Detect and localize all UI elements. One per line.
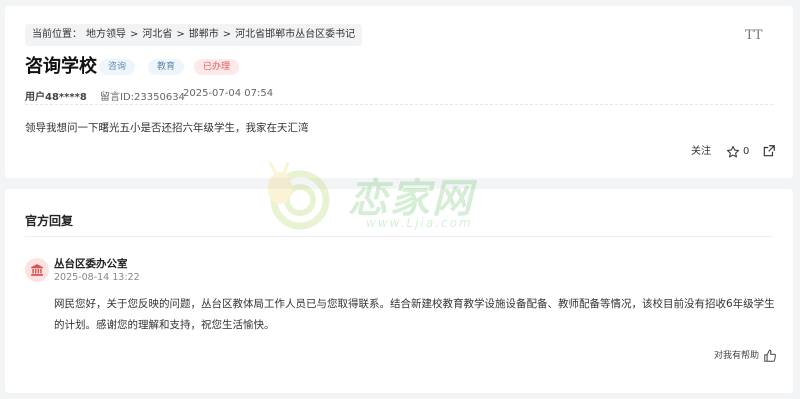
org-name: 丛台区委办公室 — [54, 258, 128, 270]
star-icon — [726, 145, 740, 158]
share-button[interactable] — [762, 144, 776, 160]
avatar — [25, 258, 49, 282]
font-size-icon[interactable]: TT — [745, 28, 763, 43]
breadcrumb-item-province[interactable]: 河北省 — [142, 29, 172, 40]
question-card: 当前位置： 地方领导 > 河北省 > 邯郸市 > 河北省邯郸市丛台区委书记 TT 咨询学校 咨… — [5, 6, 793, 178]
breadcrumb-item-city[interactable]: 邯郸市 — [189, 29, 219, 40]
reply-time: 2025-08-14 13:22 — [54, 272, 140, 283]
breadcrumb-item-official[interactable]: 河北省邯郸市丛台区委书记 — [235, 29, 355, 40]
section-title: 官方回复 — [25, 214, 74, 228]
thumbs-up-icon — [764, 349, 776, 362]
breadcrumb-separator: > — [176, 29, 185, 40]
helpful-button[interactable]: 对我有帮助 — [714, 348, 777, 364]
helpful-label: 对我有帮助 — [714, 351, 760, 361]
share-icon — [763, 145, 775, 157]
breadcrumb-separator: > — [222, 29, 232, 40]
message-id: 留言ID:23350634 — [100, 92, 185, 103]
breadcrumb-item-leaders[interactable]: 地方领导 — [86, 29, 126, 40]
breadcrumb: 当前位置： 地方领导 > 河北省 > 邯郸市 > 河北省邯郸市丛台区委书记 — [25, 24, 363, 46]
follow-button[interactable]: 关注 — [691, 144, 711, 160]
divider — [25, 104, 773, 105]
star-button[interactable]: 0 — [726, 144, 749, 160]
breadcrumb-separator: > — [130, 29, 139, 40]
government-building-icon — [31, 264, 43, 276]
star-count: 0 — [743, 146, 750, 157]
question-time: 2025-07-04 07:54 — [183, 88, 274, 99]
user-name: 用户48****8 — [25, 92, 87, 103]
page-title: 咨询学校 — [25, 56, 97, 77]
status-badge: 已办理 — [194, 59, 240, 75]
tag-education: 教育 — [148, 59, 185, 75]
divider — [25, 236, 773, 237]
reply-content: 网民您好，关于您反映的问题，丛台区教体局工作人员已与您取得联系。结合新建校教育教… — [54, 298, 775, 331]
official-reply-card: 官方回复 丛台区委办公室 2025-08-14 13:22 网民您好，关于您反映… — [5, 189, 793, 393]
tag-consult: 咨询 — [99, 59, 136, 75]
breadcrumb-prefix: 当前位置： — [32, 29, 82, 40]
question-content: 领导我想问一下曙光五小是否还招六年级学生，我家在天汇湾 — [25, 122, 309, 134]
